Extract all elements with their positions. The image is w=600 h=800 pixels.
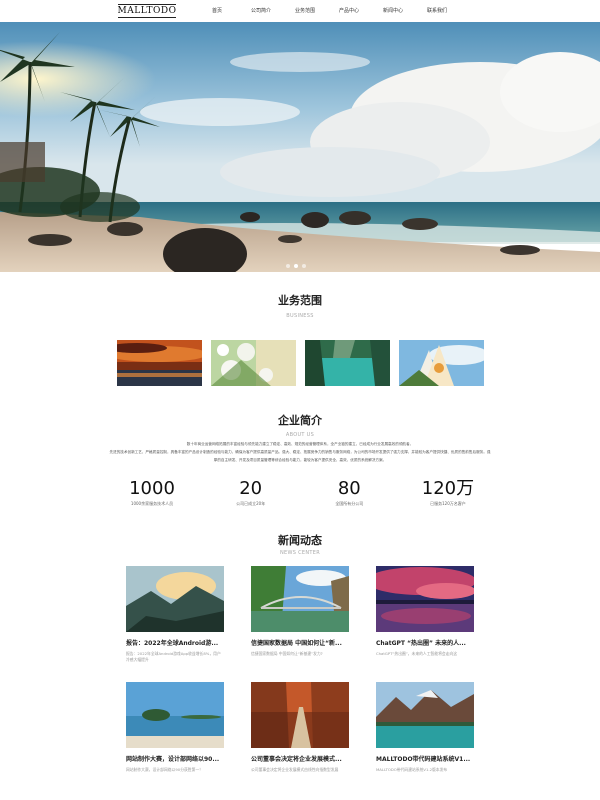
business-title: 业务范围 bbox=[278, 294, 322, 307]
carousel-dot-active[interactable] bbox=[294, 264, 298, 268]
sunset-lake-image bbox=[117, 340, 202, 386]
news-card[interactable]: 网站制作大赛，设计部网络以90... 网站制作大赛，设计部网络以90分获胜第一！ bbox=[126, 682, 224, 779]
business-item[interactable] bbox=[305, 340, 390, 386]
news-item-title[interactable]: 报告：2022年全球Android游... bbox=[126, 638, 224, 647]
news-item-desc: ChatGPT“热出圈”，未来的人工智能将会走向这 bbox=[376, 651, 458, 656]
news-item-title[interactable]: 网站制作大赛，设计部网络以90... bbox=[126, 754, 224, 763]
nav-item-home[interactable]: 首页 bbox=[195, 0, 239, 22]
site-logo[interactable]: MALLTODO bbox=[118, 4, 176, 18]
news-card[interactable]: 信捷国家数据局 中国如何让“新... 信捷国家数据局 中国如何让“新基建”发力? bbox=[251, 566, 349, 663]
stat-label: 全国所有分公司 bbox=[335, 501, 364, 506]
nav-item-contact[interactable]: 联系我们 bbox=[415, 0, 459, 22]
stat-number: 20 bbox=[239, 478, 263, 499]
hero-banner[interactable] bbox=[0, 22, 600, 272]
news-item-title[interactable]: 公司董事会决定将企业发展模式... bbox=[251, 754, 349, 763]
news-card[interactable]: 报告：2022年全球Android游... 报告：2022年全球Android游… bbox=[126, 566, 224, 663]
business-item[interactable] bbox=[117, 340, 202, 386]
news-item-desc: 网站制作大赛，设计部网络以90分获胜第一！ bbox=[126, 767, 203, 772]
about-title: 企业简介 bbox=[278, 414, 322, 427]
news-thumbnail[interactable] bbox=[251, 566, 349, 632]
mountain-lake-reflection-image bbox=[376, 682, 474, 748]
stat-label: 已服务120万名客户 bbox=[430, 501, 466, 506]
stat-item: 20 公司已成立20年 bbox=[211, 478, 291, 507]
about-subtitle: ABOUT US bbox=[285, 432, 315, 438]
mountain-lake-image bbox=[305, 340, 390, 386]
news-subtitle: NEWS CENTER bbox=[280, 550, 320, 556]
news-thumbnail[interactable] bbox=[126, 566, 224, 632]
carousel-dot[interactable] bbox=[286, 264, 290, 268]
stat-number: 80 bbox=[337, 478, 361, 499]
nav-item-business[interactable]: 业务范围 bbox=[283, 0, 327, 22]
nav-item-about[interactable]: 公司简介 bbox=[239, 0, 283, 22]
news-thumbnail[interactable] bbox=[376, 682, 474, 748]
news-thumbnail[interactable] bbox=[251, 682, 349, 748]
news-title: 新闻动态 bbox=[278, 534, 322, 547]
news-item-desc: MALLTODO带代码建站系统V1.2版本发布 bbox=[376, 767, 448, 772]
pink-sunset-lake-image bbox=[376, 566, 474, 632]
news-item-desc: 信捷国家数据局 中国如何让“新基建”发力? bbox=[251, 651, 323, 656]
news-item-desc: 报告：2022年全球Android游戏App收益增长8%，用户冷感大幅提升 bbox=[126, 651, 221, 662]
business-item[interactable] bbox=[211, 340, 296, 386]
news-item-title[interactable]: MALLTODO带代码建站系统V1... bbox=[376, 754, 474, 763]
island-sea-image bbox=[126, 682, 224, 748]
main-nav: 首页 公司简介 业务范围 产品中心 新闻中心 联系我们 bbox=[195, 0, 459, 22]
about-paragraph-1: 数十年商业运营网络拓展的丰富经验与领先能力建立了稳定、高效、规范的经营管理体系，… bbox=[186, 442, 414, 446]
news-card[interactable]: MALLTODO带代码建站系统V1... MALLTODO带代码建站系统V1.2… bbox=[376, 682, 474, 779]
news-thumbnail[interactable] bbox=[376, 566, 474, 632]
news-item-title[interactable]: 信捷国家数据局 中国如何让“新... bbox=[251, 638, 349, 647]
company-stats: 1000 1000余家服务技术人员 20 公司已成立20年 80 全国所有分公司… bbox=[112, 478, 488, 507]
stat-label: 1000余家服务技术人员 bbox=[130, 501, 174, 506]
stat-item: 1000 1000余家服务技术人员 bbox=[112, 478, 192, 507]
news-card[interactable]: 公司董事会决定将企业发展模式... 公司董事会决定将企业发展模式由线性向指数型发… bbox=[251, 682, 349, 779]
stat-item: 80 全国所有分公司 bbox=[309, 478, 389, 507]
mountain-sunrise-image bbox=[126, 566, 224, 632]
business-subtitle: BUSINESS bbox=[286, 313, 314, 319]
news-item-title[interactable]: ChatGPT “热出圈” 未来的人... bbox=[376, 638, 474, 647]
stat-item: 120万 已服务120万名客户 bbox=[408, 478, 488, 507]
stat-number: 1000 bbox=[129, 478, 175, 499]
about-description: 数十年商业运营网络拓展的丰富经验与领先能力建立了稳定、高效、规范的经营管理体系，… bbox=[108, 440, 492, 464]
carousel-dot[interactable] bbox=[302, 264, 306, 268]
business-gallery bbox=[117, 340, 484, 386]
stat-label: 公司已成立20年 bbox=[236, 501, 266, 506]
carousel-dots bbox=[286, 264, 306, 268]
bridge-landscape-image bbox=[251, 566, 349, 632]
sky-flower-image bbox=[399, 340, 484, 386]
white-flowers-image bbox=[211, 340, 296, 386]
business-item[interactable] bbox=[399, 340, 484, 386]
news-card[interactable]: ChatGPT “热出圈” 未来的人... ChatGPT“热出圈”，未来的人工… bbox=[376, 566, 474, 663]
about-paragraph-2: 先进的技术创新工艺，严格质量控制，具备丰富的产品设计制造的经验与能力，确保为客户… bbox=[109, 450, 491, 462]
news-thumbnail[interactable] bbox=[126, 682, 224, 748]
autumn-path-image bbox=[251, 682, 349, 748]
stat-number: 120万 bbox=[421, 478, 475, 499]
site-header: MALLTODO 首页 公司简介 业务范围 产品中心 新闻中心 联系我们 bbox=[0, 0, 600, 22]
news-item-desc: 公司董事会决定将企业发展模式由线性向指数型发展 bbox=[251, 767, 339, 772]
nav-item-news[interactable]: 新闻中心 bbox=[371, 0, 415, 22]
nav-item-products[interactable]: 产品中心 bbox=[327, 0, 371, 22]
beach-scene-image bbox=[0, 22, 600, 272]
